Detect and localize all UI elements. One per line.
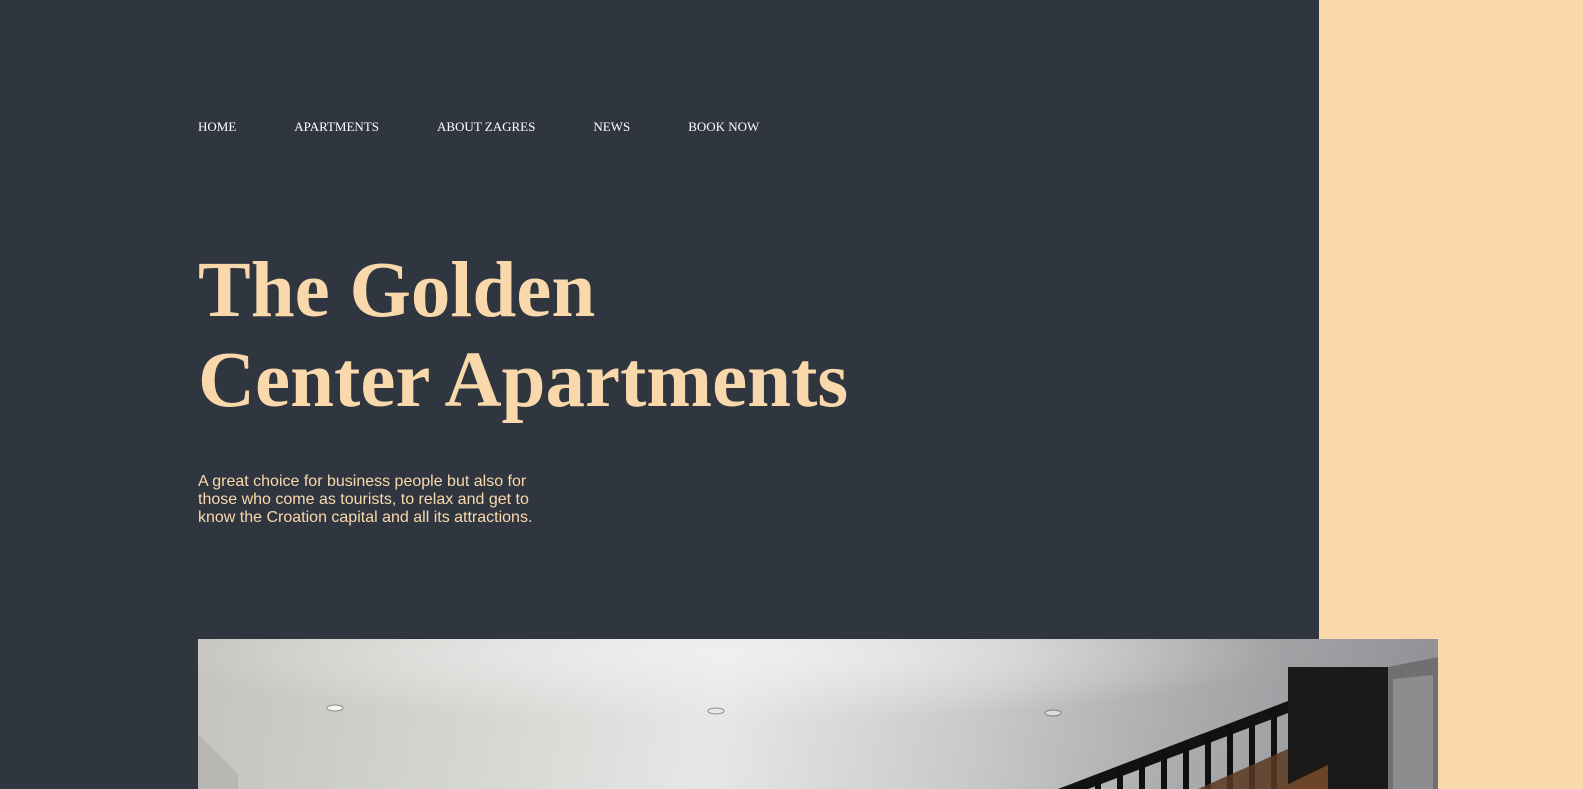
- hero-subtitle: A great choice for business people but a…: [198, 473, 533, 526]
- nav-item-about-zagres[interactable]: ABOUT ZAGRES: [437, 119, 535, 135]
- nav-item-book-now[interactable]: BOOK NOW: [688, 119, 759, 135]
- page: HOME APARTMENTS ABOUT ZAGRES NEWS BOOK N…: [0, 0, 1583, 789]
- interior-photo-illustration: [198, 639, 1438, 789]
- hero-image: [198, 639, 1438, 789]
- nav-item-news[interactable]: NEWS: [593, 119, 630, 135]
- hero-title-line-1: The Golden: [198, 247, 596, 334]
- main-nav: HOME APARTMENTS ABOUT ZAGRES NEWS BOOK N…: [198, 119, 759, 135]
- nav-item-home[interactable]: HOME: [198, 119, 236, 135]
- hero-title: The Golden Center Apartments: [198, 246, 848, 426]
- hero-title-line-2: Center Apartments: [198, 337, 849, 424]
- nav-item-apartments[interactable]: APARTMENTS: [294, 119, 379, 135]
